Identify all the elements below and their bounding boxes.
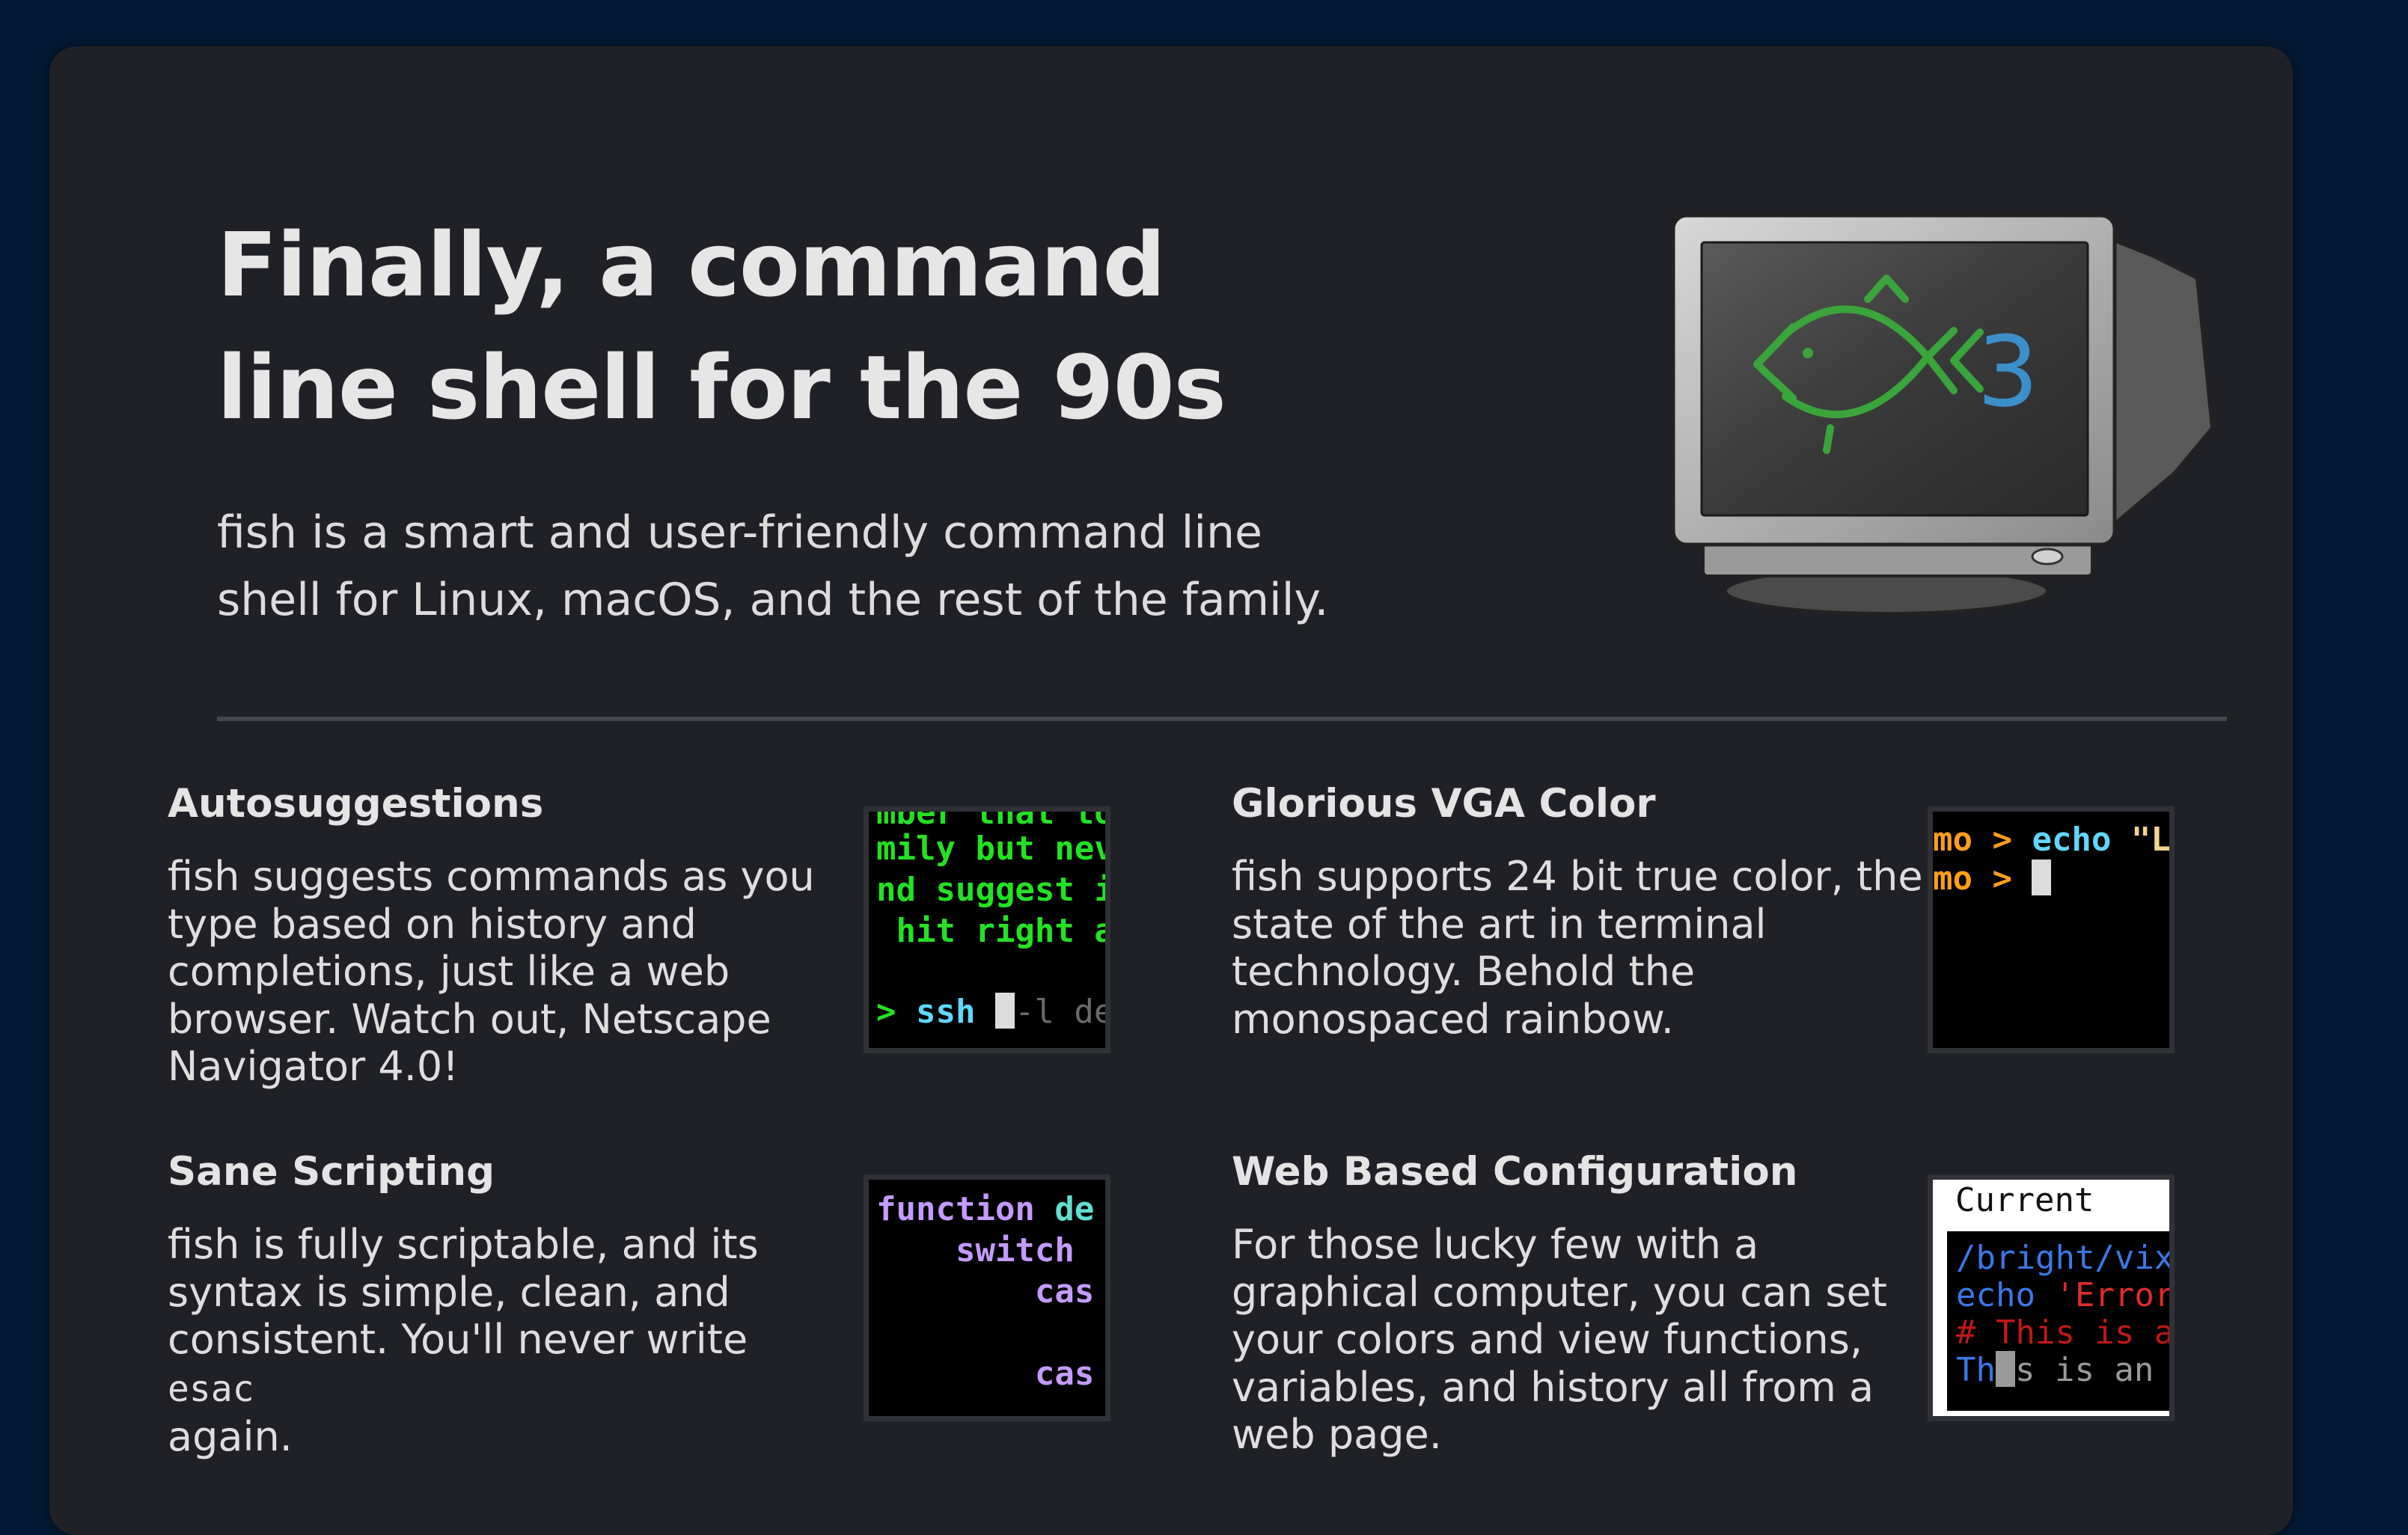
term-prompt: mo > [1933, 860, 2032, 898]
webconfig-line-3: your colors and view functions, [1232, 1316, 1863, 1363]
preview-text: s is an a [2014, 1351, 2154, 1389]
hero-subtitle-line-1: fish is a smart and user-friendly comman… [217, 506, 1262, 559]
scripting-line-4: again. [168, 1413, 293, 1460]
term-command: ssh [915, 993, 995, 1031]
term-line: cas [876, 1355, 1095, 1393]
logo-three-text: 3 [1977, 315, 2039, 429]
web-config-thumbnail: Current /bright/vixe echo 'Errors # This… [1928, 1174, 2175, 1421]
web-config-header: Current [1955, 1181, 2094, 1219]
autosuggestions-terminal-thumbnail: mber that to mily but neve nd suggest it… [864, 806, 1110, 1053]
fish-monitor-logo-icon: 3 [1671, 213, 2214, 615]
autosuggestions-line-2: type based on history and [168, 900, 697, 948]
section-divider [217, 717, 2227, 721]
autosuggestions-line-1: fish suggests commands as you [168, 853, 815, 900]
preview-command: echo [1956, 1276, 2056, 1314]
scripting-line-2: syntax is simple, clean, and [168, 1268, 730, 1316]
term-command: echo [2032, 821, 2131, 859]
term-prompt: mo > [1933, 821, 2032, 859]
term-prompt: > [876, 993, 916, 1031]
term-suggestion: -l den [1014, 993, 1105, 1031]
preview-string: 'Errors [2055, 1276, 2175, 1314]
scripting-line-1: fish is fully scriptable, and its [168, 1221, 759, 1268]
hero-title-line-2: line shell for the 90s [217, 336, 1226, 439]
vga-line-4: monospaced rainbow. [1232, 995, 1674, 1043]
scripting-line-3: consistent. You'll never write esac [168, 1316, 841, 1413]
term-string: "Lo [2130, 821, 2171, 859]
preview-line: Th s is an a [1956, 1349, 2169, 1391]
term-line: mo > echo "Lo [1933, 819, 2171, 860]
vga-color-description: fish supports 24 bit true color, the sta… [1232, 853, 1980, 1043]
hero-title-line-1: Finally, a command [217, 213, 1166, 316]
term-prompt-line: > ssh -l den [876, 991, 1105, 1032]
preview-line: echo 'Errors [1956, 1275, 2175, 1316]
vga-line-3: technology. Behold the [1232, 948, 1696, 995]
web-config-description: For those lucky few with a graphical com… [1232, 1221, 1980, 1459]
webconfig-line-4: variables, and history all from a [1232, 1363, 1874, 1411]
term-line: cas [876, 1272, 1095, 1311]
autosuggestions-title: Autosuggestions [168, 781, 544, 827]
preview-text: Th [1956, 1351, 1996, 1389]
cursor-icon [994, 993, 1015, 1029]
scripting-line-3-text: consistent. You'll never write [168, 1316, 748, 1363]
autosuggestions-description: fish suggests commands as you type based… [168, 853, 841, 1091]
web-config-title: Web Based Configuration [1232, 1149, 1798, 1195]
esac-code: esac [168, 1367, 254, 1410]
term-keyword: function [876, 1190, 1055, 1228]
vga-line-2: state of the art in terminal [1232, 900, 1767, 948]
webconfig-line-5: web page. [1232, 1411, 1442, 1458]
preview-line: /bright/vixe [1956, 1239, 2175, 1277]
autosuggestions-line-4: browser. Watch out, Netscape [168, 995, 771, 1043]
term-line: hit right a [876, 912, 1110, 950]
hero-subtitle: fish is a smart and user-friendly comman… [217, 499, 1489, 634]
term-line: function de [876, 1189, 1094, 1230]
sane-scripting-title: Sane Scripting [168, 1149, 495, 1195]
sane-scripting-description: fish is fully scriptable, and its syntax… [168, 1221, 841, 1461]
autosuggestions-line-3: completions, just like a web [168, 948, 730, 995]
content-panel: Finally, a command line shell for the 90… [49, 46, 2293, 1535]
sane-scripting-terminal-thumbnail: function de switch cas cas [864, 1174, 1110, 1421]
cursor-icon [2032, 860, 2052, 895]
term-line: switch [876, 1231, 1075, 1269]
web-config-preview: /bright/vixe echo 'Errors # This is a Th… [1943, 1228, 2175, 1415]
webconfig-line-2: graphical computer, you can set [1232, 1268, 1887, 1316]
preview-comment: # This is a [1956, 1314, 2175, 1352]
hero-subtitle-line-2: shell for Linux, macOS, and the rest of … [217, 574, 1329, 626]
webconfig-line-1: For those lucky few with a [1232, 1221, 1759, 1268]
vga-color-terminal-thumbnail: mo > echo "Lo mo > [1928, 806, 2175, 1053]
vga-line-1: fish supports 24 bit true color, the [1232, 853, 1923, 900]
hero-title: Finally, a command line shell for the 90… [217, 203, 1265, 449]
autosuggestions-line-5: Navigator 4.0! [168, 1043, 459, 1090]
vga-color-title: Glorious VGA Color [1232, 781, 1656, 827]
cursor-icon [1995, 1351, 2015, 1387]
term-line: nd suggest it [876, 871, 1110, 909]
term-line: mo > [1933, 858, 2052, 899]
term-line: mily but neve [876, 830, 1110, 868]
term-function-name: de [1054, 1190, 1095, 1228]
